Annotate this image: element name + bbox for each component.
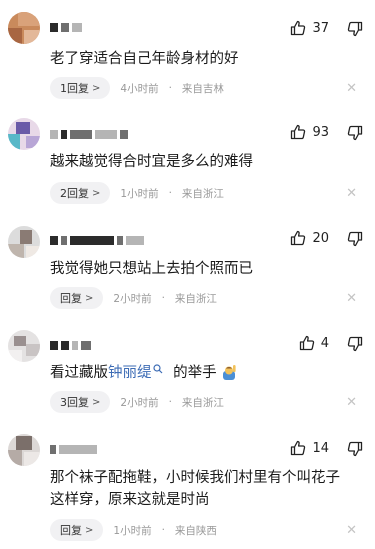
chevron-right-icon: >	[92, 82, 101, 94]
like-count: 93	[312, 124, 329, 140]
reply-label: 2回复	[60, 187, 89, 200]
like-count: 20	[312, 230, 329, 246]
separator-dot: ·	[168, 187, 172, 199]
thumbs-up-icon	[291, 440, 306, 456]
like-count: 14	[312, 440, 329, 456]
search-link[interactable]: 钟丽缇	[108, 365, 152, 381]
thumbs-down-icon[interactable]	[347, 21, 363, 37]
search-icon[interactable]	[152, 364, 163, 374]
thumbs-down-icon[interactable]	[347, 231, 363, 247]
comment-text-after: 的举手	[173, 365, 217, 381]
comment-text: 那个袜子配拖鞋，小时候我们村里有个叫花子 这样穿，原来这就是时尚	[50, 467, 355, 511]
thumbs-up-icon	[291, 230, 306, 246]
thumbs-up-icon	[299, 335, 314, 351]
reply-label: 1回复	[60, 82, 89, 95]
like-count: 37	[312, 20, 329, 36]
comment-meta: 1回复 > 4小时前 · 来自吉林	[50, 77, 224, 99]
reply-button[interactable]: 回复 >	[50, 287, 104, 309]
timestamp: 4小时前	[120, 82, 159, 95]
like-button[interactable]: 4	[299, 335, 329, 351]
close-icon[interactable]: ✕	[346, 186, 357, 201]
location: 来自浙江	[181, 187, 224, 200]
comment-meta: 回复 > 2小时前 · 来自浙江	[50, 287, 217, 309]
like-button[interactable]: 14	[290, 440, 329, 456]
comment-meta: 2回复 > 1小时前 · 来自浙江	[50, 182, 224, 204]
thumbs-down-icon[interactable]	[347, 125, 363, 141]
comment-text-line: 这样穿，原来这就是时尚	[50, 492, 210, 508]
separator-dot: ·	[161, 292, 165, 304]
chevron-right-icon: >	[92, 396, 101, 408]
avatar[interactable]	[8, 434, 40, 466]
avatar[interactable]	[8, 226, 40, 258]
thumbs-up-icon	[291, 124, 306, 140]
like-button[interactable]: 20	[290, 230, 329, 246]
chevron-right-icon: >	[85, 524, 94, 536]
reply-button[interactable]: 3回复 >	[50, 391, 111, 413]
comment-meta: 回复 > 1小时前 · 来自陕西	[50, 519, 217, 541]
close-icon[interactable]: ✕	[346, 81, 357, 96]
avatar[interactable]	[8, 118, 40, 150]
username[interactable]	[50, 22, 82, 32]
username[interactable]	[50, 129, 128, 139]
avatar[interactable]	[8, 12, 40, 44]
reply-button[interactable]: 回复 >	[50, 519, 104, 541]
thumbs-down-icon[interactable]	[347, 336, 363, 352]
comment-text: 老了穿适合自己年龄身材的好	[50, 51, 239, 67]
comment-text-line: 那个袜子配拖鞋，小时候我们村里有个叫花子	[50, 470, 340, 486]
username[interactable]	[50, 444, 97, 454]
chevron-right-icon: >	[92, 187, 101, 199]
reply-button[interactable]: 2回复 >	[50, 182, 111, 204]
separator-dot: ·	[168, 82, 172, 94]
like-count: 4	[320, 335, 329, 351]
like-button[interactable]: 37	[290, 20, 329, 36]
thumbs-up-icon	[291, 20, 306, 36]
separator-dot: ·	[168, 396, 172, 408]
username[interactable]	[50, 340, 91, 350]
avatar[interactable]	[8, 330, 40, 362]
location: 来自浙江	[174, 292, 217, 305]
thumbs-down-icon[interactable]	[347, 441, 363, 457]
reply-label: 3回复	[60, 396, 89, 409]
reply-button[interactable]: 1回复 >	[50, 77, 111, 99]
comment-text-before: 看过藏版	[50, 365, 108, 381]
comment-text: 越来越觉得合时宜是多么的难得	[50, 154, 253, 170]
reply-label: 回复	[60, 524, 82, 537]
close-icon[interactable]: ✕	[346, 523, 357, 538]
location: 来自浙江	[181, 396, 224, 409]
reply-label: 回复	[60, 292, 82, 305]
timestamp: 2小时前	[113, 292, 152, 305]
comment-text: 看过藏版钟丽缇 的举手	[50, 362, 355, 384]
location: 来自吉林	[181, 82, 224, 95]
separator-dot: ·	[161, 524, 165, 536]
like-button[interactable]: 93	[290, 124, 329, 140]
timestamp: 1小时前	[120, 187, 159, 200]
chevron-right-icon: >	[85, 292, 94, 304]
close-icon[interactable]: ✕	[346, 395, 357, 410]
comment-meta: 3回复 > 2小时前 · 来自浙江	[50, 391, 224, 413]
comment-text: 我觉得她只想站上去拍个照而已	[50, 261, 253, 277]
username[interactable]	[50, 235, 144, 245]
close-icon[interactable]: ✕	[346, 291, 357, 306]
timestamp: 2小时前	[120, 396, 159, 409]
raising-hand-emoji-icon	[222, 365, 236, 380]
location: 来自陕西	[174, 524, 217, 537]
timestamp: 1小时前	[113, 524, 152, 537]
